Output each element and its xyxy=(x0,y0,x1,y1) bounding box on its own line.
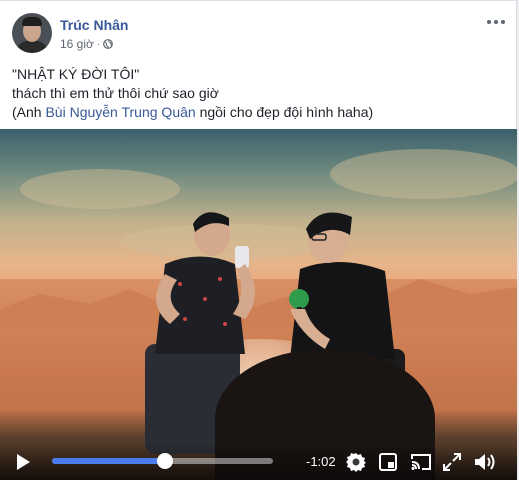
line3-prefix: (Anh xyxy=(12,104,46,120)
line3-suffix: ngồi cho đẹp đội hình haha) xyxy=(195,104,374,120)
play-icon[interactable] xyxy=(15,453,31,471)
post-text-line-2: thách thì em thử thôi chứ sao giờ xyxy=(12,85,219,101)
more-options-icon[interactable] xyxy=(485,15,507,29)
progress-handle[interactable] xyxy=(156,453,173,469)
video-cloud xyxy=(20,169,180,209)
volume-icon[interactable] xyxy=(474,452,496,472)
post-meta: 16 giờ · xyxy=(60,37,114,51)
avatar-hair xyxy=(22,17,42,26)
video-player[interactable]: -1:02 xyxy=(0,129,517,480)
picture-in-picture-icon[interactable] xyxy=(379,453,397,471)
tagged-person-link[interactable]: Bùi Nguyễn Trung Quân xyxy=(45,104,195,120)
meta-separator: · xyxy=(96,38,101,50)
avatar[interactable] xyxy=(12,13,52,53)
video-cloud xyxy=(330,149,517,199)
gear-icon[interactable] xyxy=(346,452,366,472)
progress-fill xyxy=(52,458,165,464)
remaining-time: -1:02 xyxy=(306,454,336,469)
globe-icon[interactable] xyxy=(103,39,114,49)
progress-bar[interactable] xyxy=(52,453,273,469)
author-name[interactable]: Trúc Nhân xyxy=(60,17,128,33)
cast-icon[interactable] xyxy=(410,453,432,471)
post-text: "NHẬT KÝ ĐỜI TÔI" thách thì em thử thôi … xyxy=(12,65,507,122)
avatar-shirt xyxy=(16,41,48,53)
post-time[interactable]: 16 giờ xyxy=(60,37,94,51)
fullscreen-icon[interactable] xyxy=(443,453,461,471)
facebook-post: Trúc Nhân 16 giờ · "NHẬT KÝ ĐỜI TÔI" thá… xyxy=(0,0,517,480)
video-controls: -1:02 xyxy=(0,444,517,480)
post-text-line-3: (Anh Bùi Nguyễn Trung Quân ngồi cho đẹp … xyxy=(12,103,507,122)
post-text-line-1: "NHẬT KÝ ĐỜI TÔI" xyxy=(12,66,140,82)
post-header: Trúc Nhân 16 giờ · xyxy=(12,13,507,53)
